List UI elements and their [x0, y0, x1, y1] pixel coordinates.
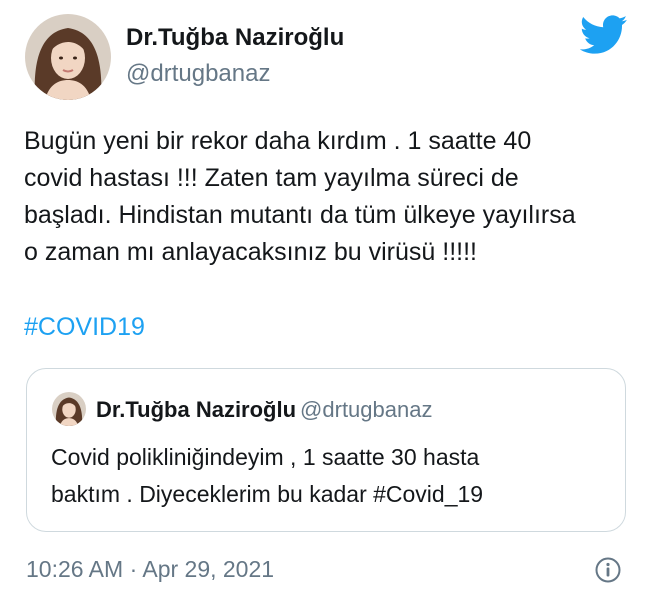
tweet-text-line: o zaman mı anlayacaksınız bu virüsü !!!!…: [24, 238, 477, 266]
quoted-tweet-text-line: Covid polikliniğindeyim , 1 saatte 30 ha…: [51, 444, 480, 470]
quoted-tweet-author: Dr.Tuğba Naziroğlu @drtugbanaz: [96, 397, 432, 423]
info-icon[interactable]: [594, 556, 622, 584]
quoted-tweet-handle: @drtugbanaz: [300, 397, 433, 422]
author-display-name[interactable]: Dr.Tuğba Naziroğlu: [126, 24, 344, 52]
quoted-tweet-avatar: [52, 392, 86, 426]
twitter-bird-icon[interactable]: [580, 15, 628, 55]
quoted-tweet-text: Covid polikliniğindeyim , 1 saatte 30 ha…: [51, 439, 483, 513]
author-handle[interactable]: @drtugbanaz: [126, 60, 270, 88]
quoted-tweet-card[interactable]: Dr.Tuğba Naziroğlu @drtugbanaz Covid poli…: [26, 368, 626, 532]
tweet-text-line: Bugün yeni bir rekor daha kırdım . 1 saa…: [24, 127, 532, 155]
tweet-text-line: covid hastası !!! Zaten tam yayılma süre…: [24, 164, 519, 192]
avatar[interactable]: [25, 14, 111, 100]
quoted-tweet-display-name: Dr.Tuğba Naziroğlu: [96, 397, 297, 422]
tweet-text-line: başladı. Hindistan mutantı da tüm ülkeye…: [24, 201, 576, 229]
quoted-tweet-text-line: baktım . Diyeceklerim bu kadar #Covid_19: [51, 481, 484, 507]
avatar-image: [25, 14, 111, 100]
tweet-timestamp[interactable]: 10:26 AM · Apr 29, 2021: [26, 556, 274, 583]
hashtag-link[interactable]: #COVID19: [24, 313, 145, 342]
tweet-text: Bugün yeni bir rekor daha kırdım . 1 saa…: [24, 123, 624, 271]
